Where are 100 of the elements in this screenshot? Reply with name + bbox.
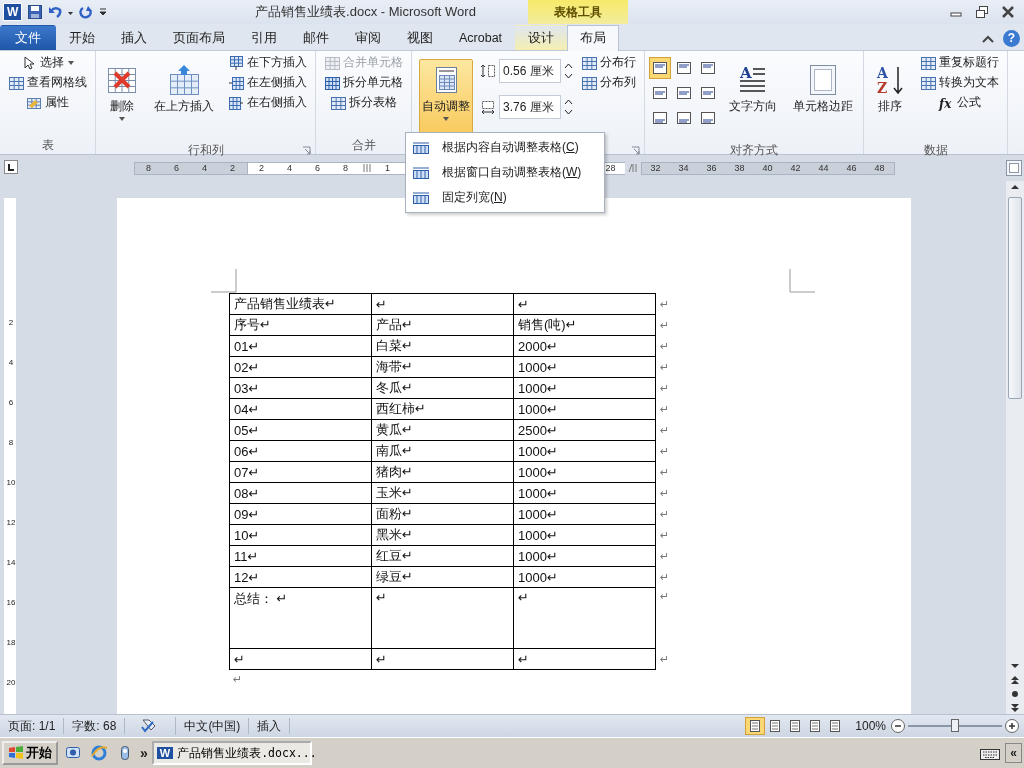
align-button[interactable] [649, 57, 671, 79]
ribbon-button[interactable]: 分布列 [579, 74, 638, 91]
ribbon-button[interactable]: 在左侧插入 [226, 74, 309, 91]
table-cell: 红豆↵ [371, 545, 514, 567]
help-button[interactable]: ? [1003, 30, 1020, 47]
ribbon-button[interactable]: 在下方插入 [226, 54, 309, 71]
ribbon-tab[interactable]: 文件 [0, 25, 56, 50]
group-title: 合并 [351, 136, 376, 154]
scroll-thumb[interactable] [1008, 197, 1022, 399]
row-end-mark: ↵ [655, 461, 673, 483]
insert-mode-status[interactable]: 插入 [249, 718, 291, 734]
status-text[interactable]: 字数: 68 [64, 718, 126, 734]
ribbon-button[interactable]: 在上方插入 [151, 59, 217, 137]
spinner-icon[interactable] [564, 63, 573, 79]
ribbon-tab[interactable]: 布局 [567, 25, 620, 51]
table-cell: 1000↵ [513, 545, 656, 567]
table-cell: 白菜↵ [371, 335, 514, 357]
spinner-icon[interactable] [564, 99, 573, 115]
view-ruler-icon[interactable] [1006, 160, 1022, 176]
table-cell: ↵ [513, 293, 656, 315]
table-cell: 12↵ [229, 566, 372, 588]
zoom-slider-thumb[interactable] [951, 719, 959, 732]
ribbon-button[interactable]: 属性 [24, 94, 71, 111]
table-cell: 06↵ [229, 440, 372, 462]
restore-icon[interactable] [974, 5, 990, 19]
ribbon-tab[interactable]: 视图 [394, 25, 446, 50]
table-cell: 1000↵ [513, 524, 656, 546]
ribbon-tab[interactable]: 页面布局 [160, 25, 238, 50]
size-field[interactable]: 0.56 厘米 [499, 59, 561, 83]
more-icon[interactable]: » [140, 745, 148, 761]
browser-icon[interactable] [90, 744, 108, 762]
table-cell: 海带↵ [371, 356, 514, 378]
row-end-mark: ↵ [655, 482, 673, 504]
ruler-number: 2 [258, 163, 265, 173]
ribbon-button[interactable]: 单元格边距 [790, 59, 856, 137]
ribbon-tab[interactable]: 审阅 [342, 25, 394, 50]
ribbon-tab[interactable]: 开始 [56, 25, 108, 50]
row-end-mark: ↵ [655, 566, 673, 588]
menu-item[interactable]: 根据窗口自动调整表格(W) [406, 160, 604, 185]
row-end-mark: ↵ [655, 314, 673, 336]
dialog-launcher-icon[interactable] [631, 146, 640, 155]
menu-item[interactable]: 固定列宽(N) [406, 185, 604, 210]
table-cell: 2500↵ [513, 419, 656, 441]
menu-item[interactable]: 根据内容自动调整表格(C) [406, 135, 604, 160]
app-logo[interactable]: W [3, 3, 23, 21]
status-text[interactable]: 页面: 1/1 [0, 718, 65, 734]
ribbon-button[interactable]: 拆分单元格 [322, 74, 405, 91]
ribbon-button[interactable]: 在右侧插入 [226, 94, 309, 111]
zoom-in-icon[interactable] [1004, 718, 1020, 734]
ribbon-tab[interactable]: Acrobat [446, 25, 516, 50]
ribbon-button[interactable]: AZ 排序 [871, 59, 909, 137]
view-button[interactable] [745, 717, 766, 735]
group-title: 行和列 [187, 142, 224, 159]
zoom-out-icon[interactable] [890, 718, 906, 734]
close-icon[interactable] [1000, 5, 1016, 19]
ribbon-button[interactable]: 查看网格线 [6, 74, 89, 91]
ribbon-button[interactable]: 转换为文本 [918, 74, 1001, 91]
table-cell: 02↵ [229, 356, 372, 378]
zoom-level[interactable]: 100% [845, 719, 890, 733]
ruler-number: 34 [677, 163, 690, 173]
ruler-number: 48 [873, 163, 886, 173]
ribbon-button[interactable]: 删除 [103, 59, 141, 137]
table-cell: 产品销售业绩表↵ [229, 293, 372, 315]
column-marker-icon[interactable] [626, 162, 639, 174]
ribbon-button[interactable]: 选择 [18, 54, 77, 71]
ribbon-tab[interactable]: 邮件 [290, 25, 342, 50]
align-icon [700, 111, 716, 125]
start-button[interactable]: 开始 [2, 741, 58, 765]
show-hidden-icons-button[interactable]: « [1005, 743, 1022, 763]
ruler-number: 4 [8, 357, 14, 369]
dialog-launcher-icon[interactable] [302, 146, 311, 155]
ribbon-tab[interactable]: 插入 [108, 25, 160, 50]
undo-icon[interactable] [48, 5, 63, 19]
redo-icon[interactable] [79, 5, 94, 19]
tab-stop-icon[interactable] [4, 160, 18, 174]
ruler-number: 46 [845, 163, 858, 173]
ribbon-button[interactable]: 分布行 [579, 54, 638, 71]
table-icon [412, 165, 430, 180]
view-icon [770, 720, 781, 732]
table-cell: 11↵ [229, 545, 372, 567]
ribbon-button[interactable]: A 文字方向 [726, 59, 780, 137]
table-cell: 1000↵ [513, 398, 656, 420]
column-marker-icon[interactable] [361, 162, 372, 174]
save-icon[interactable] [27, 4, 44, 20]
ribbon-button[interactable]: 拆分表格 [328, 94, 399, 111]
size-field[interactable]: 3.76 厘米 [499, 95, 561, 119]
taskbar-window-button[interactable]: W 产品销售业绩表.docx... [151, 741, 312, 765]
corner-mark [789, 269, 815, 293]
table-cell: 1000↵ [513, 503, 656, 525]
table-icon [8, 74, 24, 91]
ribbon-tab[interactable]: 设计 [515, 25, 568, 50]
ribbon-button[interactable]: 重复标题行 [918, 54, 1001, 71]
group-title: 对齐方式 [730, 142, 778, 159]
ribbon-button[interactable]: fx 公式 [936, 94, 983, 111]
language-status[interactable]: 中文(中国) [176, 718, 250, 734]
align-icon [676, 86, 692, 100]
ruler-number: 4 [201, 163, 208, 173]
ribbon-tab[interactable]: 引用 [238, 25, 290, 50]
ruler-number: 8 [8, 437, 14, 449]
ruler-number: 28 [604, 163, 617, 173]
